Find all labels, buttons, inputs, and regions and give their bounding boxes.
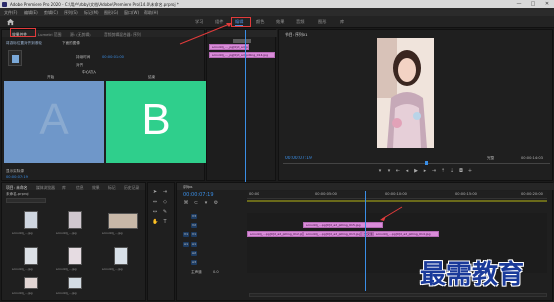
- arrow-head-2: [380, 216, 386, 221]
- arrow-to-workspace: [179, 22, 233, 45]
- watermark-text: 最需教育: [420, 260, 525, 290]
- watermark-logo: 最需教育: [420, 254, 550, 290]
